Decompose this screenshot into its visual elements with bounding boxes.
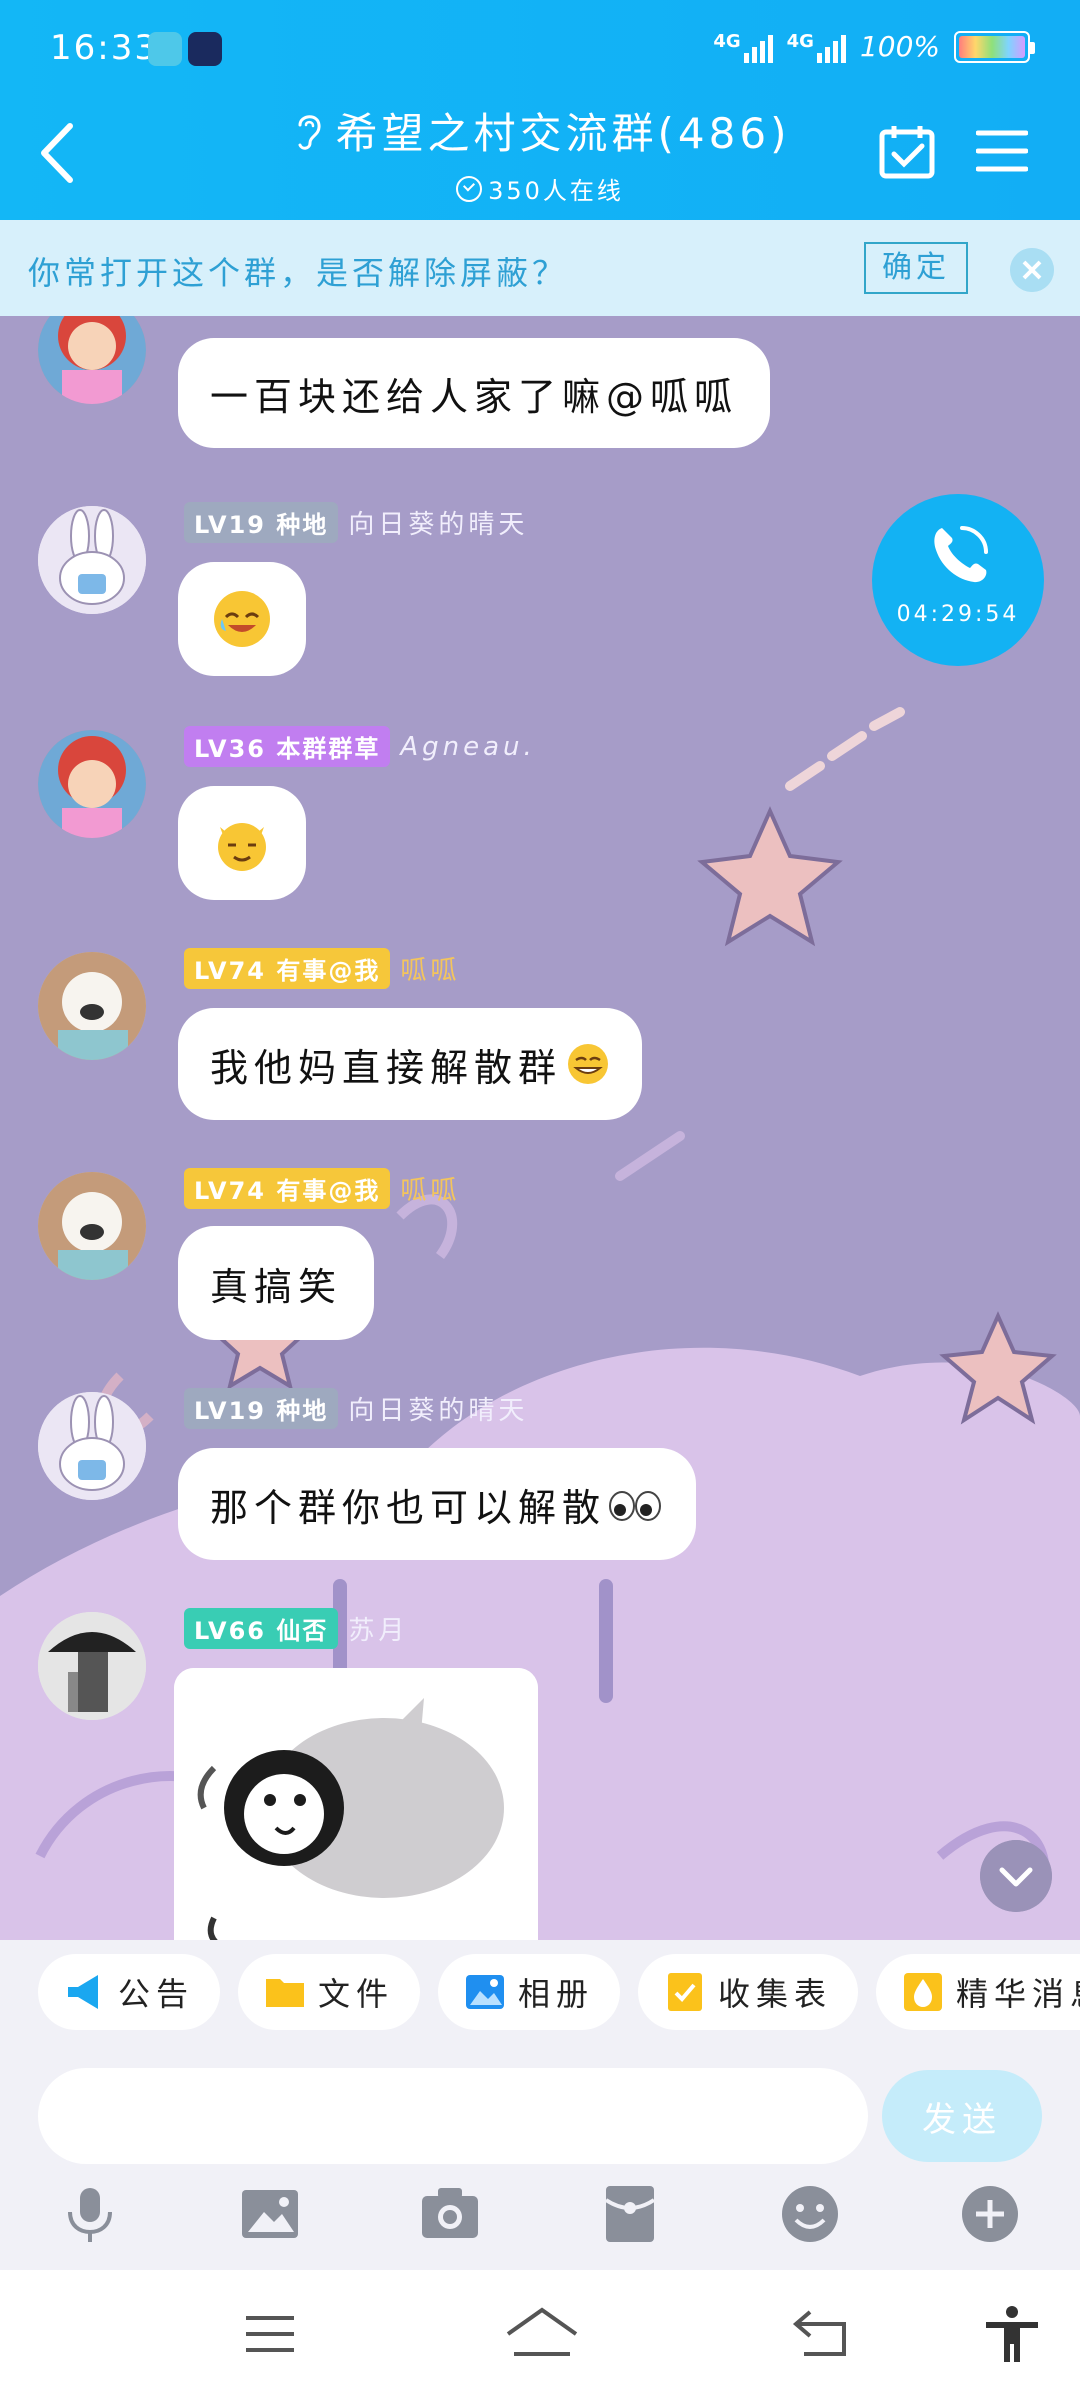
status-signals: 4G 4G 100%: [713, 30, 1035, 63]
image-icon: [466, 1975, 504, 2009]
collection-chip[interactable]: 收集表: [638, 1954, 859, 2030]
scroll-to-bottom-icon[interactable]: [980, 1840, 1052, 1912]
sender-meta: LV66 仙否 苏月: [184, 1608, 408, 1649]
essence-chip[interactable]: 精华消息: [876, 1954, 1080, 2030]
back-nav-icon[interactable]: [790, 2304, 854, 2364]
confirm-button[interactable]: 确定: [864, 242, 968, 294]
sender-nickname[interactable]: 呱呱: [400, 950, 460, 987]
megaphone-icon: [68, 1975, 98, 2009]
sticker-image[interactable]: [174, 1668, 538, 1940]
voice-call-button[interactable]: 04:29:54: [872, 494, 1044, 666]
calendar-check-icon[interactable]: [878, 122, 936, 180]
recent-apps-icon[interactable]: [238, 2304, 302, 2364]
message-text: 我他妈直接解散群: [210, 1045, 563, 1090]
chat-area[interactable]: 一百块还给人家了嘛@呱呱 LV19 种地 向日葵的晴天 04:29:54 LV3…: [0, 316, 1080, 1940]
message-input[interactable]: [38, 2068, 868, 2164]
message-bubble[interactable]: [178, 786, 306, 900]
laughing-crying-emoji-icon: [214, 591, 270, 647]
announcement-chip[interactable]: 公告: [38, 1954, 221, 2030]
folder-icon: [266, 1979, 304, 2007]
sender-nickname[interactable]: 向日葵的晴天: [348, 504, 528, 541]
smug-cat-emoji-icon: [218, 823, 266, 871]
sender-nickname[interactable]: Agneau.: [400, 732, 535, 762]
bunny-avatar-icon: [38, 506, 146, 614]
ear-icon: [298, 114, 321, 150]
status-time: 16:33: [50, 28, 158, 68]
emoji-icon[interactable]: [778, 2182, 842, 2246]
avatar[interactable]: [38, 952, 146, 1060]
message-bubble[interactable]: 我他妈直接解散群: [178, 1008, 643, 1120]
call-duration: 04:29:54: [896, 602, 1020, 627]
message-bubble[interactable]: 那个群你也可以解散: [178, 1448, 697, 1560]
bear-avatar-icon: [38, 952, 146, 1060]
sender-meta: LV19 种地 向日葵的晴天: [184, 502, 528, 543]
group-title[interactable]: 希望之村交流群(486): [290, 100, 791, 161]
image-picker-icon[interactable]: [238, 2182, 302, 2246]
sender-nickname[interactable]: 向日葵的晴天: [348, 1390, 528, 1427]
banner-text: 你常打开这个群，是否解除屏蔽？: [28, 254, 569, 292]
send-button[interactable]: 发送: [882, 2070, 1042, 2162]
accessibility-icon[interactable]: [980, 2304, 1044, 2364]
online-count-text: 350人在线: [488, 177, 624, 205]
plus-icon[interactable]: [958, 2182, 1022, 2246]
sender-nickname[interactable]: 呱呱: [400, 1170, 460, 1207]
penguin-sticker-icon: [174, 1668, 538, 1940]
level-badge: LV74 有事@我: [184, 948, 391, 989]
message-text: 一百块还给人家了嘛@呱呱: [210, 374, 739, 419]
sender-meta: LV74 有事@我 呱呱: [184, 948, 460, 989]
avatar[interactable]: [38, 1612, 146, 1720]
bunny-avatar-icon: [38, 1392, 146, 1500]
level-badge: LV74 有事@我: [184, 1168, 391, 1209]
signal-icon-1: 4G: [713, 31, 773, 63]
eyes-emoji-icon: [609, 1491, 662, 1521]
close-icon[interactable]: [1010, 248, 1054, 292]
umbrella-avatar-icon: [38, 1612, 146, 1720]
online-count: 350人在线: [456, 171, 624, 206]
battery-percent: 100%: [859, 30, 940, 63]
status-bar: 16:33 4G 4G 100%: [0, 0, 1080, 95]
message-text: 那个群你也可以解散: [210, 1485, 607, 1530]
form-check-icon: [668, 1973, 702, 2011]
level-badge: LV66 仙否: [184, 1608, 339, 1649]
bear-avatar-icon: [38, 1172, 146, 1280]
sender-meta: LV36 本群群草 Agneau.: [184, 726, 536, 767]
avatar[interactable]: [38, 1392, 146, 1500]
avatar[interactable]: [38, 730, 146, 838]
online-icon: [456, 175, 483, 202]
menu-icon[interactable]: [976, 128, 1028, 174]
message-bubble[interactable]: 一百块还给人家了嘛@呱呱: [178, 338, 771, 448]
quick-tools-row: 公告 文件 相册 收集表 精华消息: [0, 1940, 1080, 2050]
grin-emoji-icon: [568, 1044, 609, 1084]
camera-icon[interactable]: [418, 2182, 482, 2246]
level-badge: LV36 本群群草: [184, 726, 391, 767]
red-packet-icon[interactable]: [598, 2182, 662, 2246]
sender-meta: LV74 有事@我 呱呱: [184, 1168, 460, 1209]
message-bubble[interactable]: [178, 562, 306, 676]
unmute-banner: 你常打开这个群，是否解除屏蔽？ 确定: [0, 220, 1080, 316]
files-chip[interactable]: 文件: [238, 1954, 421, 2030]
album-chip[interactable]: 相册: [438, 1954, 621, 2030]
phone-icon: [934, 526, 988, 583]
avatar[interactable]: [38, 1172, 146, 1280]
cartoon-girl-avatar-icon: [38, 730, 146, 838]
level-badge: LV19 种地: [184, 502, 339, 543]
system-navigation-bar: [0, 2270, 1080, 2400]
sender-nickname[interactable]: 苏月: [348, 1610, 408, 1647]
message-input-area: 发送: [0, 2050, 1080, 2270]
essence-drop-icon: [904, 1973, 942, 2011]
signal-icon-2: 4G: [787, 31, 846, 63]
level-badge: LV19 种地: [184, 1388, 339, 1429]
message-text: 真搞笑: [210, 1264, 343, 1309]
microphone-icon[interactable]: [58, 2182, 122, 2246]
sender-meta: LV19 种地 向日葵的晴天: [184, 1388, 528, 1429]
app-notification-icon: [188, 32, 222, 66]
message-bubble[interactable]: 真搞笑: [178, 1226, 375, 1340]
group-title-text: 希望之村交流群(486): [335, 109, 791, 158]
qq-notification-icon: [148, 32, 182, 66]
battery-icon: [954, 30, 1035, 63]
home-icon[interactable]: [504, 2304, 580, 2364]
chat-header: 16:33 4G 4G 100% 希望之村交流群(486) 350人在线: [0, 0, 1080, 220]
avatar[interactable]: [38, 506, 146, 614]
